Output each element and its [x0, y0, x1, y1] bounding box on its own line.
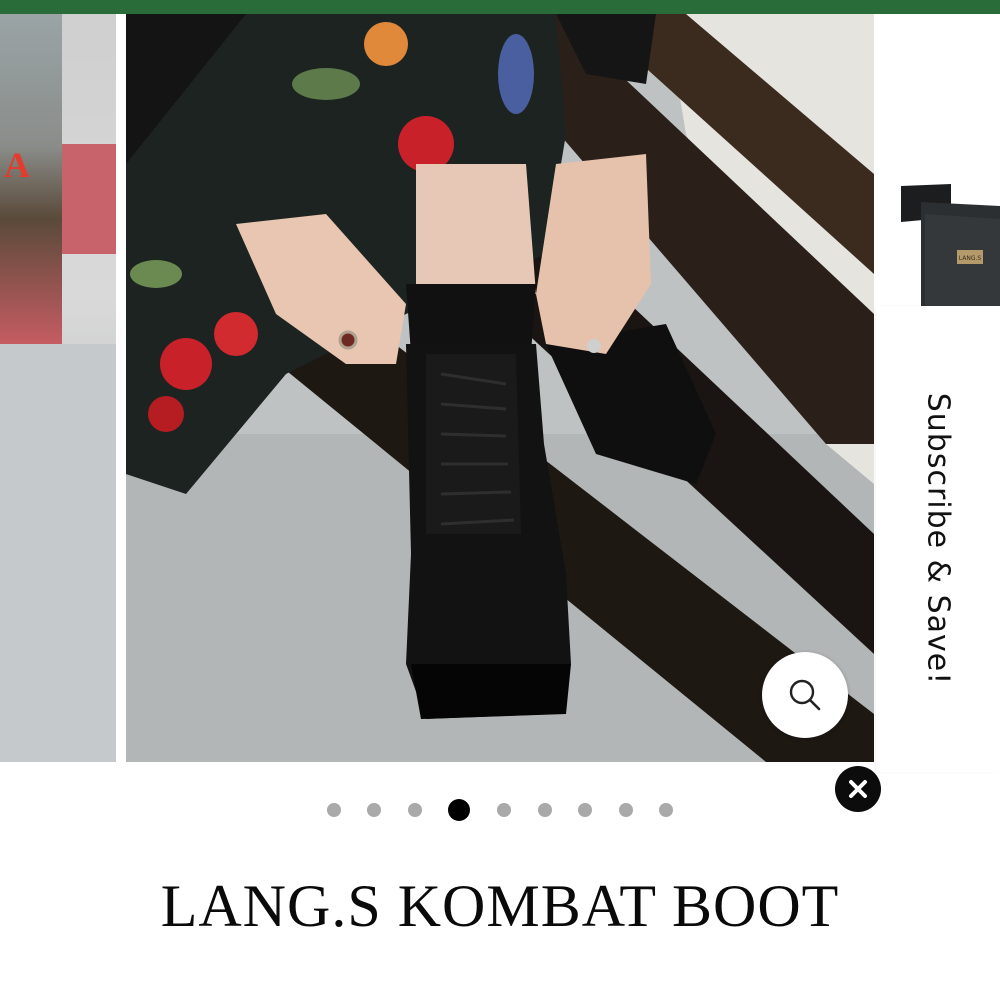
slider-pagination	[0, 799, 1000, 821]
zoom-button[interactable]	[762, 652, 848, 738]
pagination-dot[interactable]	[497, 803, 511, 817]
product-photo[interactable]	[126, 14, 874, 762]
search-icon	[789, 679, 821, 711]
pagination-dot[interactable]	[408, 803, 422, 817]
product-title: LANG.S KOMBAT BOOT	[160, 873, 840, 939]
bag-photo-illustration: LANG.S	[875, 14, 1000, 306]
pagination-dot[interactable]	[327, 803, 341, 817]
pagination-dot[interactable]	[578, 803, 592, 817]
top-bar	[0, 0, 1000, 14]
bag-tag-label: LANG.S	[959, 255, 982, 262]
pagination-dot[interactable]	[659, 803, 673, 817]
boot-photo-illustration	[126, 14, 874, 762]
subscribe-save-tab[interactable]: Subscribe & Save!	[876, 306, 1000, 772]
slide-next[interactable]: LANG.S	[875, 14, 1000, 306]
pagination-dot[interactable]	[367, 803, 381, 817]
pavement	[0, 344, 116, 762]
pagination-dot[interactable]	[619, 803, 633, 817]
slide-previous[interactable]: A	[0, 14, 116, 762]
subscribe-save-label: Subscribe & Save!	[920, 392, 956, 686]
storefront-wall	[62, 144, 116, 254]
close-icon	[849, 780, 867, 798]
pagination-dot[interactable]	[538, 803, 552, 817]
storefront-sign-letter: A	[4, 145, 30, 185]
pagination-dot-active[interactable]	[448, 799, 470, 821]
